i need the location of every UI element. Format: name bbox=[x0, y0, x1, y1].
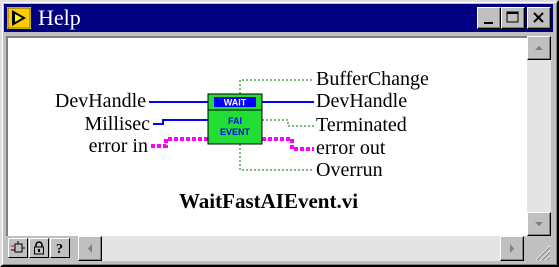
close-button[interactable] bbox=[527, 7, 551, 29]
millisec-in-wire bbox=[153, 119, 208, 125]
lock-icon bbox=[34, 241, 44, 255]
help-question-button[interactable]: ? bbox=[50, 238, 70, 258]
resize-grip-icon[interactable] bbox=[527, 236, 551, 263]
maximize-icon bbox=[506, 11, 519, 23]
input-error-in-label: error in bbox=[88, 135, 148, 157]
title-bar[interactable]: Help bbox=[4, 4, 553, 32]
arrow-up-icon bbox=[535, 46, 543, 50]
scroll-down-button[interactable] bbox=[527, 212, 551, 236]
output-bufferchange-label: BufferChange bbox=[316, 68, 429, 90]
bottom-toolbar: ? bbox=[6, 236, 551, 263]
minimize-button[interactable] bbox=[477, 7, 501, 29]
input-millisec-label: Millisec bbox=[84, 113, 150, 135]
vi-name: WaitFastAIEvent.vi bbox=[178, 189, 359, 213]
horizontal-scrollbar[interactable] bbox=[78, 236, 524, 261]
question-mark-icon: ? bbox=[56, 242, 63, 257]
output-error-out-label: error out bbox=[316, 137, 386, 159]
output-overrun-label: Overrun bbox=[316, 159, 383, 181]
scroll-left-button[interactable] bbox=[78, 236, 102, 261]
lock-button[interactable] bbox=[29, 238, 49, 258]
error-out-wire bbox=[262, 137, 314, 151]
minimize-icon bbox=[484, 22, 493, 24]
input-devhandle-label: DevHandle bbox=[54, 90, 146, 112]
client-area: WAIT FAI EVENT DevHandle Millisec error … bbox=[6, 36, 551, 263]
output-terminated-label: Terminated bbox=[316, 114, 407, 136]
block-wait-label: WAIT bbox=[224, 98, 247, 108]
block-fai-label: FAI bbox=[228, 116, 242, 126]
block-event-label: EVENT bbox=[220, 127, 251, 137]
scroll-up-button[interactable] bbox=[527, 36, 551, 60]
terminated-out-wire bbox=[262, 119, 314, 127]
vertical-scrollbar[interactable] bbox=[527, 36, 551, 236]
close-icon bbox=[533, 12, 544, 23]
svg-text:?: ? bbox=[56, 242, 63, 257]
maximize-button[interactable] bbox=[501, 7, 525, 29]
help-content: WAIT FAI EVENT DevHandle Millisec error … bbox=[6, 36, 527, 236]
simple-diagram-button[interactable] bbox=[8, 238, 28, 258]
simple-diagram-icon bbox=[11, 241, 25, 253]
bufferchange-out-wire bbox=[239, 79, 313, 94]
arrow-left-icon bbox=[88, 244, 92, 253]
error-in-wire bbox=[151, 137, 208, 148]
arrow-right-icon bbox=[510, 244, 514, 253]
output-devhandle-label: DevHandle bbox=[316, 90, 408, 112]
labview-app-icon[interactable] bbox=[7, 7, 31, 29]
scroll-right-button[interactable] bbox=[500, 236, 524, 261]
help-window: Help WAIT FAI EVENT DevHandle Millisec e… bbox=[0, 0, 559, 267]
window-title: Help bbox=[38, 5, 81, 30]
arrow-down-icon bbox=[535, 222, 543, 226]
